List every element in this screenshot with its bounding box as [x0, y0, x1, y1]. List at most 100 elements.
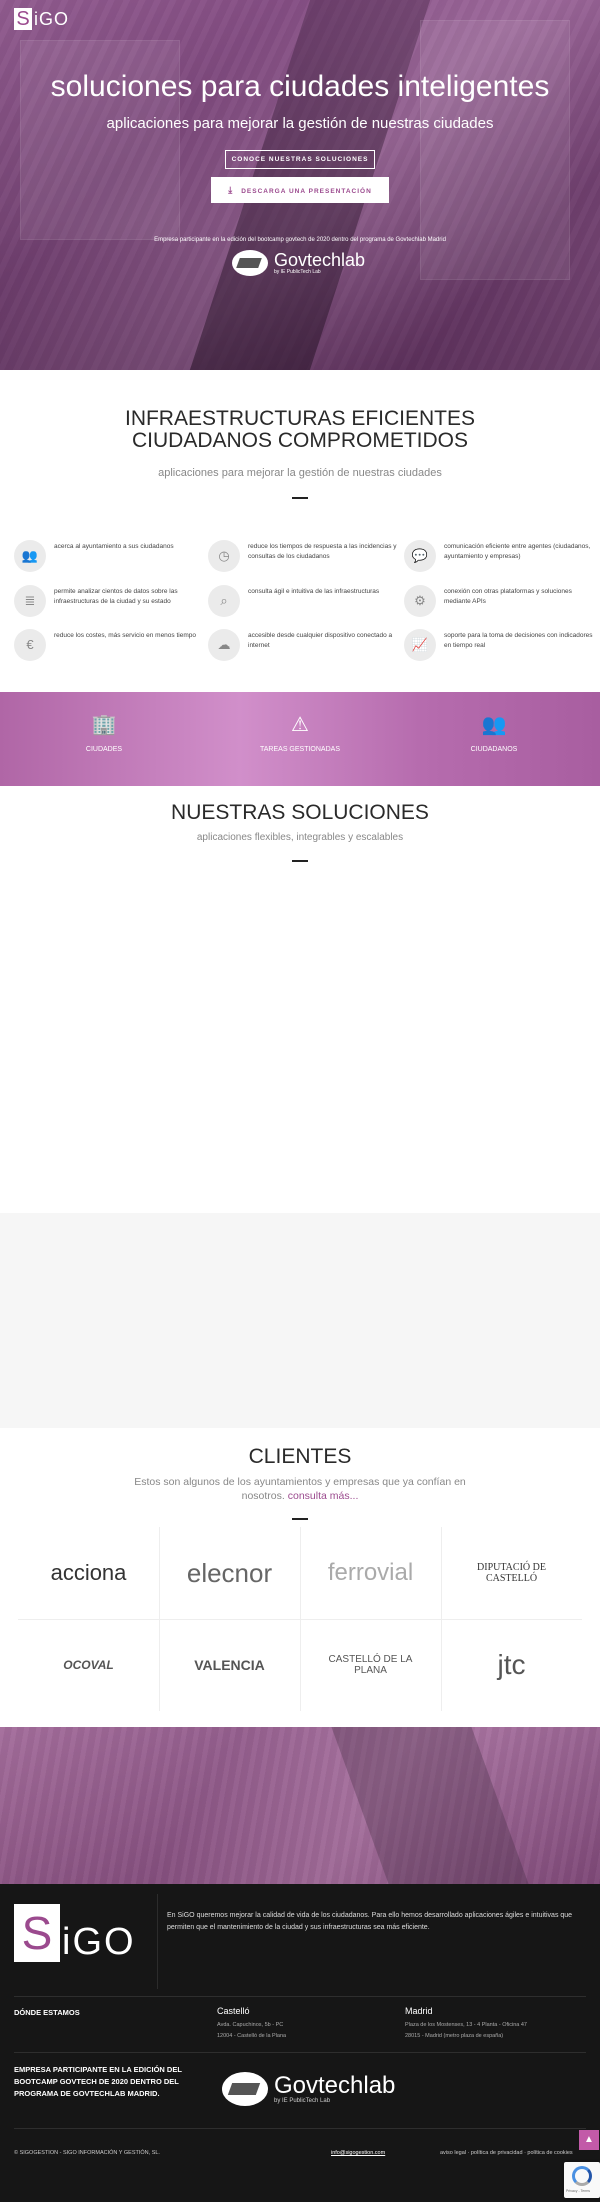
footer-line	[14, 2052, 586, 2053]
logo-s: S	[14, 1904, 60, 1962]
stat-ciudadanos: 👥 CIUDADANOS	[434, 712, 554, 753]
footer-line	[14, 2128, 586, 2129]
cloud-icon: ☁	[208, 629, 240, 661]
feature-text: soporte para la toma de decisiones con i…	[444, 632, 593, 649]
download-presentation-button[interactable]: ⤓ DESCARGA UNA PRESENTACIÓN	[211, 177, 389, 203]
footer-govtechlab-logo[interactable]: Govtechlab by IE PublicTech Lab	[222, 2072, 395, 2106]
building-icon: 🏢	[91, 714, 117, 736]
section-divider	[292, 860, 308, 862]
section-divider	[292, 1518, 308, 1520]
feature-text: reduce los costes, más servicio en menos…	[54, 632, 196, 639]
client-logo-ferrovial[interactable]: ferrovial	[300, 1527, 441, 1619]
govtechlab-name: Govtechlab	[274, 2072, 396, 2099]
city-banner-image	[0, 1727, 600, 1884]
hero-section: S iGO soluciones para ciudades inteligen…	[0, 0, 600, 370]
download-icon: ⤓	[228, 185, 234, 195]
client-logo-acciona[interactable]: acciona	[18, 1527, 159, 1619]
warning-icon: ⚠	[291, 714, 309, 736]
feature-item: ⌕ consulta ágil e intuitiva de las infrae…	[208, 585, 398, 617]
govtechlab-logo[interactable]: Govtechlab by IE PublicTech Lab	[232, 250, 365, 276]
client-logo-jtc[interactable]: jtc	[441, 1619, 582, 1711]
chevron-up-icon: ▲	[584, 2134, 594, 2145]
hero-title: soluciones para ciudades inteligentes	[50, 70, 550, 103]
client-logo-elecnor[interactable]: elecnor	[159, 1527, 300, 1619]
feature-item: 💬 comunicación eficiente entre agentes (c…	[404, 540, 594, 572]
logo-text: iGO	[34, 8, 70, 29]
solutions-placeholder-area	[0, 1213, 600, 1428]
feature-text: comunicación eficiente entre agentes (ci…	[444, 543, 591, 560]
feature-text: consulta ágil e intuitiva de las infraes…	[248, 588, 380, 595]
govtechlab-icon	[222, 2072, 268, 2106]
clock-icon: ◷	[208, 540, 240, 572]
feature-item: ◷ reduce los tiempos de respuesta a las i…	[208, 540, 398, 572]
feature-text: acerca al ayuntamiento a sus ciudadanos	[54, 543, 174, 550]
footer-participant: EMPRESA PARTICIPANTE EN LA EDICIÓN DEL B…	[14, 2065, 182, 2098]
participant-text: Empresa participante en la edición del b…	[154, 237, 446, 243]
database-icon: ≣	[14, 585, 46, 617]
clients-grid: acciona elecnor ferrovial DIPUTACIÓ DE C…	[18, 1527, 582, 1711]
govtechlab-icon	[232, 250, 268, 276]
feature-text: reduce los tiempos de respuesta a las in…	[248, 543, 397, 560]
legal-links[interactable]: aviso legal · política de privacidad · p…	[440, 2150, 573, 2156]
infra-title-line1: INFRAESTRUCTURAS EFICIENTES	[124, 407, 476, 430]
footer: S iGO En SiGO queremos mejorar la calida…	[0, 1884, 600, 2202]
clients-more-link[interactable]: consulta más...	[288, 1490, 359, 1502]
clients-subtitle: Estos son algunos de los ayuntamientos y…	[130, 1475, 470, 1503]
users-icon: 👥	[14, 540, 46, 572]
logo-s: S	[14, 8, 32, 30]
footer-about: En SiGO queremos mejorar la calidad de v…	[167, 1912, 573, 1931]
client-logo-text: elecnor	[186, 1557, 273, 1588]
euro-icon: €	[14, 629, 46, 661]
email-link[interactable]: info@sigogestion.com	[331, 2150, 385, 2156]
infra-title: INFRAESTRUCTURAS EFICIENTES CIUDADANOS C…	[0, 408, 600, 452]
solutions-subtitle: aplicaciones flexibles, integrables y es…	[196, 832, 404, 843]
feature-text: conexión con otras plataformas y solucio…	[444, 588, 572, 605]
city-road	[331, 1727, 529, 1884]
feature-text: permite analizar cientos de datos sobre …	[54, 588, 178, 605]
castello-address: Avda. Capuchinos, 5b - PC 12004 - Castel…	[217, 2020, 286, 2042]
feature-item: 📈 soporte para la toma de decisiones con …	[404, 629, 594, 661]
madrid-address: Plaza de los Mostenses, 13 - 4 Planta - …	[405, 2020, 527, 2042]
recaptcha-icon	[572, 2166, 592, 2186]
feature-item: ≣ permite analizar cientos de datos sobre…	[14, 585, 204, 617]
logo-text: iGO	[62, 1921, 136, 1963]
stats-band: 🏢 CIUDADES ⚠ TAREAS GESTIONADAS 👥 CIUDAD…	[0, 692, 600, 786]
client-logo-text: acciona	[50, 1560, 127, 1585]
client-logo-text: ferrovial	[327, 1559, 414, 1586]
client-logo-ocoval[interactable]: OCOVAL	[18, 1619, 159, 1711]
solutions-title: NUESTRAS SOLUCIONES	[171, 801, 429, 824]
recaptcha-text[interactable]: Privacy - Terms	[566, 2189, 590, 2193]
feature-item: 👥 acerca al ayuntamiento a sus ciudadanos	[14, 540, 204, 572]
chart-line-icon: 📈	[404, 629, 436, 661]
solutions-button[interactable]: CONOCE NUESTRAS SOLUCIONES	[225, 150, 375, 169]
recaptcha-badge[interactable]: Privacy - Terms	[564, 2162, 600, 2198]
site-logo[interactable]: S iGO	[14, 8, 69, 30]
cogs-icon: ⚙	[404, 585, 436, 617]
users-icon: 👥	[481, 714, 507, 736]
search-icon: ⌕	[208, 585, 240, 617]
feature-item: € reduce los costes, más servicio en meno…	[14, 629, 204, 661]
feature-item: ☁ accesible desde cualquier dispositivo c…	[208, 629, 398, 661]
castello-addr-line: 12004 - Castelló de la Plana	[217, 2033, 287, 2039]
footer-logo[interactable]: S iGO	[14, 1904, 136, 1962]
client-logo-text: DIPUTACIÓ DE CASTELLÓ	[477, 1562, 546, 1584]
stat-label: CIUDADES	[85, 746, 123, 753]
download-label: DESCARGA UNA PRESENTACIÓN	[241, 188, 372, 195]
stat-label: TAREAS GESTIONADAS	[260, 746, 340, 753]
client-logo-diputacio[interactable]: DIPUTACIÓ DE CASTELLÓ	[441, 1527, 582, 1619]
feature-item: ⚙ conexión con otras plataformas y soluci…	[404, 585, 594, 617]
hero-subtitle: aplicaciones para mejorar la gestión de …	[106, 115, 494, 132]
castello-addr-line: Avda. Capuchinos, 5b - PC	[217, 2022, 284, 2028]
client-logo-text: VALENCIA	[194, 1657, 265, 1673]
madrid-title: Madrid	[405, 2006, 433, 2016]
scroll-to-top-button[interactable]: ▲	[579, 2130, 599, 2150]
where-title: DÓNDE ESTAMOS	[14, 2008, 80, 2017]
madrid-addr-line: 28015 - Madrid (metro plaza de españa)	[405, 2033, 504, 2039]
client-logo-castello[interactable]: CASTELLÓ DE LA PLANA	[300, 1619, 441, 1711]
feature-text: accesible desde cualquier dispositivo co…	[248, 632, 393, 649]
footer-line	[14, 1996, 586, 1997]
client-logo-text: jtc	[497, 1649, 526, 1680]
client-logo-text: CASTELLÓ DE LA PLANA	[328, 1654, 413, 1676]
client-logo-valencia[interactable]: VALENCIA	[159, 1619, 300, 1711]
infra-subtitle: aplicaciones para mejorar la gestión de …	[158, 467, 442, 479]
